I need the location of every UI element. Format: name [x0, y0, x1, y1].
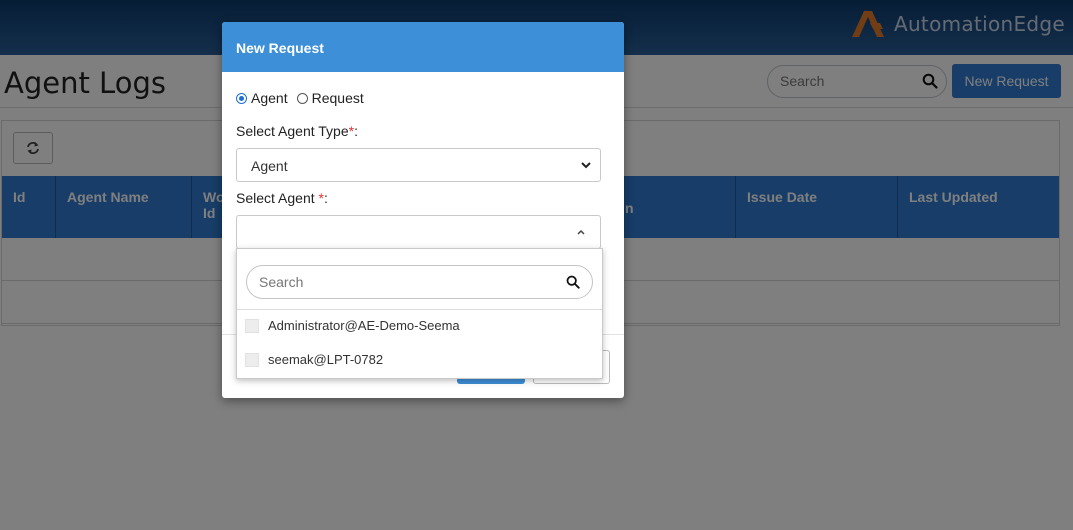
request-radio-label[interactable]: Request [312, 90, 364, 106]
list-item[interactable]: Administrator@AE-Demo-Seema [245, 318, 460, 333]
request-type-radio-group: Agent Request [236, 90, 364, 106]
dropdown-search-box[interactable] [246, 265, 593, 299]
checkbox[interactable] [245, 318, 259, 333]
agent-radio[interactable] [236, 92, 247, 104]
agent-type-label: Select Agent Type*: [236, 123, 358, 139]
agent-radio-label[interactable]: Agent [251, 90, 288, 106]
select-agent-label-text: Select Agent [236, 190, 319, 206]
agent-type-select-value: Agent [251, 158, 288, 174]
list-item[interactable]: seemak@LPT-0782 [245, 352, 383, 367]
chevron-down-icon [581, 162, 591, 169]
label-colon: : [323, 190, 328, 206]
label-colon: : [354, 123, 358, 139]
search-icon[interactable] [566, 275, 580, 289]
agent-dropdown-list: Administrator@AE-Demo-Seema seemak@LPT-0… [236, 248, 603, 379]
modal-title: New Request [236, 40, 324, 56]
agent-type-select[interactable]: Agent [236, 148, 601, 182]
dropdown-separator [237, 309, 602, 310]
agent-type-label-text: Select Agent Type [236, 123, 349, 139]
select-agent-label: Select Agent *: [236, 190, 328, 206]
list-item-label[interactable]: seemak@LPT-0782 [268, 352, 383, 367]
dropdown-search-input[interactable] [259, 274, 549, 290]
request-radio[interactable] [296, 92, 308, 104]
checkbox[interactable] [245, 352, 259, 367]
chevron-up-icon [577, 229, 585, 235]
select-agent-dropdown[interactable] [236, 215, 601, 249]
modal-header: New Request [222, 22, 624, 72]
list-item-label[interactable]: Administrator@AE-Demo-Seema [268, 318, 460, 333]
